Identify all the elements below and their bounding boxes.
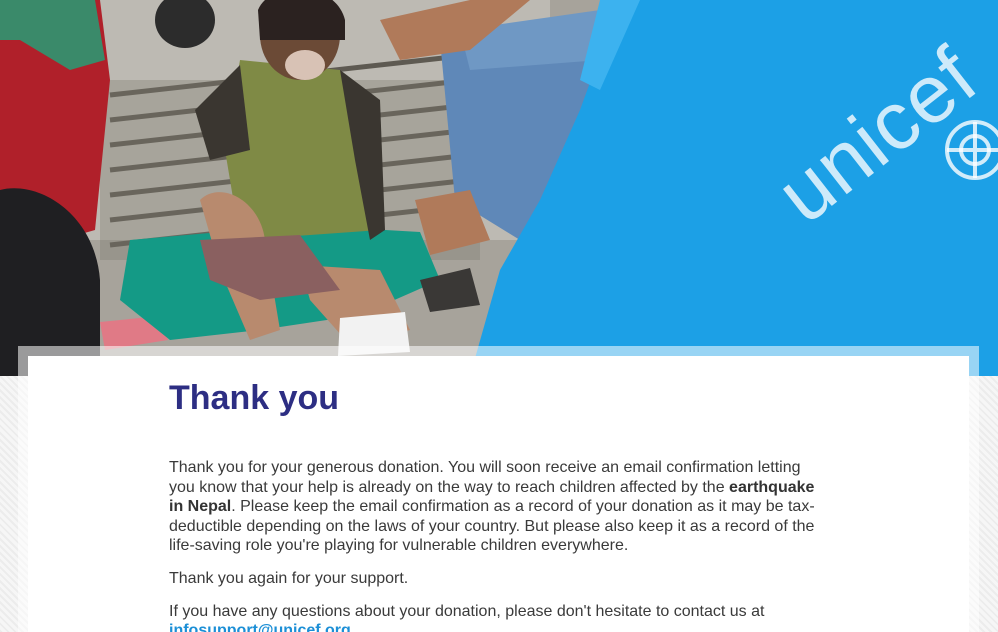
contact-paragraph: If you have any questions about your don… [169, 602, 819, 632]
support-paragraph: Thank you again for your support. [169, 569, 409, 587]
thank-you-content: Thank you Thank you for your generous do… [169, 378, 819, 632]
confirmation-text-end: . Please keep the email confirmation as … [169, 498, 815, 555]
support-email-link[interactable]: infosupport@unicef.org [169, 622, 351, 632]
confirmation-paragraph: Thank you for your generous donation. Yo… [169, 458, 819, 556]
contact-trailing-period: . [350, 622, 356, 632]
hero-photo: unicef [0, 0, 998, 376]
confirmation-text-start: Thank you for your generous donation. Yo… [169, 459, 801, 496]
page: unicef Thank you Thank you for your gene… [0, 0, 998, 632]
content-card: Thank you Thank you for your generous do… [28, 356, 969, 632]
contact-text: If you have any questions about your don… [169, 602, 765, 620]
page-title: Thank you [169, 379, 340, 417]
